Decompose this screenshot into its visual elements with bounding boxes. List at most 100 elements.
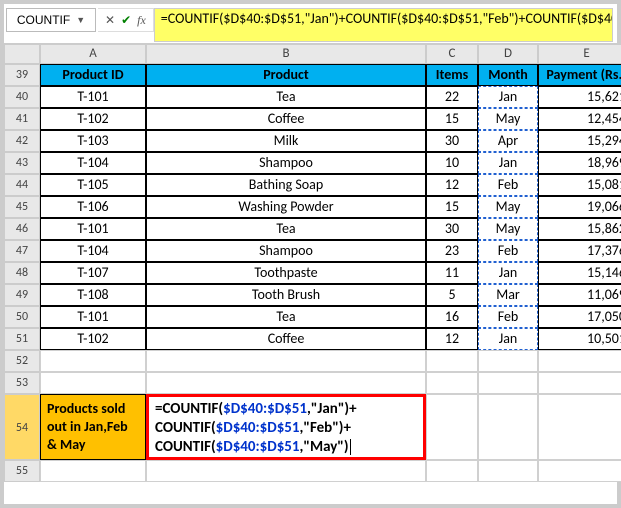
summary-label-cell[interactable]: Products sold out in Jan,Feb & May <box>40 394 146 460</box>
cell[interactable]: 17,376 <box>538 240 621 262</box>
row-header[interactable]: 45 <box>4 196 40 218</box>
row-header[interactable]: 52 <box>4 350 40 372</box>
cell[interactable]: 12,454 <box>538 108 621 130</box>
cell[interactable]: 30 <box>426 130 478 152</box>
cell[interactable]: 11,069 <box>538 284 621 306</box>
cell-month[interactable]: Jan <box>478 262 538 284</box>
empty-cell[interactable] <box>426 372 478 394</box>
cell-month[interactable]: Apr <box>478 130 538 152</box>
cell[interactable]: Shampoo <box>146 152 426 174</box>
cell[interactable]: 19,066 <box>538 196 621 218</box>
cell[interactable]: Milk <box>146 130 426 152</box>
row-header[interactable]: 41 <box>4 108 40 130</box>
cell[interactable]: T-107 <box>40 262 146 284</box>
row-header[interactable]: 50 <box>4 306 40 328</box>
cell[interactable]: T-102 <box>40 108 146 130</box>
cell[interactable]: 15,146 <box>538 262 621 284</box>
row-header[interactable]: 42 <box>4 130 40 152</box>
cell[interactable]: 22 <box>426 86 478 108</box>
cell-month[interactable]: Mar <box>478 284 538 306</box>
cell[interactable]: 12 <box>426 328 478 350</box>
cell-month[interactable]: Feb <box>478 174 538 196</box>
cell-month[interactable]: Feb <box>478 240 538 262</box>
cell[interactable]: T-101 <box>40 218 146 240</box>
cell[interactable]: Coffee <box>146 328 426 350</box>
empty-cell[interactable] <box>40 460 146 482</box>
cell[interactable]: T-104 <box>40 152 146 174</box>
row-header[interactable]: 51 <box>4 328 40 350</box>
cell-month[interactable]: May <box>478 218 538 240</box>
empty-cell[interactable] <box>538 460 621 482</box>
header-product-id[interactable]: Product ID <box>40 64 146 86</box>
cell[interactable]: 15,294 <box>538 130 621 152</box>
spreadsheet-grid[interactable]: A B C D E 39 Product ID Product Items Mo… <box>4 44 617 482</box>
row-header[interactable]: 43 <box>4 152 40 174</box>
name-box-dropdown-icon[interactable]: ▼ <box>76 15 85 25</box>
cell[interactable]: T-102 <box>40 328 146 350</box>
row-header[interactable]: 46 <box>4 218 40 240</box>
select-all-corner[interactable] <box>4 44 40 64</box>
empty-cell[interactable] <box>146 350 426 372</box>
cell[interactable]: 5 <box>426 284 478 306</box>
empty-cell[interactable] <box>538 372 621 394</box>
empty-cell[interactable] <box>538 394 621 460</box>
row-header[interactable]: 49 <box>4 284 40 306</box>
cell[interactable]: 15,862 <box>538 218 621 240</box>
cell[interactable]: 23 <box>426 240 478 262</box>
cell[interactable]: Tea <box>146 218 426 240</box>
cell[interactable]: 17,050 <box>538 306 621 328</box>
summary-formula-cell[interactable]: =COUNTIF($D$40:$D$51,"Jan")+COUNTIF($D$4… <box>146 394 426 460</box>
empty-cell[interactable] <box>426 350 478 372</box>
cell[interactable]: 18,969 <box>538 152 621 174</box>
empty-cell[interactable] <box>426 394 478 460</box>
cell[interactable]: 15,621 <box>538 86 621 108</box>
row-header[interactable]: 39 <box>4 64 40 86</box>
cell[interactable]: 10 <box>426 152 478 174</box>
empty-cell[interactable] <box>478 372 538 394</box>
header-items[interactable]: Items <box>426 64 478 86</box>
cell[interactable]: T-104 <box>40 240 146 262</box>
cell-month[interactable]: Jan <box>478 328 538 350</box>
cell[interactable]: 15 <box>426 108 478 130</box>
fx-icon[interactable]: fx <box>137 13 146 28</box>
empty-cell[interactable] <box>426 460 478 482</box>
row-header[interactable]: 53 <box>4 372 40 394</box>
cell[interactable]: Tea <box>146 306 426 328</box>
cell[interactable]: Coffee <box>146 108 426 130</box>
cancel-icon[interactable]: ✕ <box>105 13 115 27</box>
row-header[interactable]: 54 <box>4 394 40 460</box>
col-header-A[interactable]: A <box>40 44 146 64</box>
cell[interactable]: Shampoo <box>146 240 426 262</box>
empty-cell[interactable] <box>40 372 146 394</box>
empty-cell[interactable] <box>538 350 621 372</box>
cell[interactable]: T-108 <box>40 284 146 306</box>
cell[interactable]: 10,501 <box>538 328 621 350</box>
empty-cell[interactable] <box>40 350 146 372</box>
cell-month[interactable]: Feb <box>478 306 538 328</box>
empty-cell[interactable] <box>478 394 538 460</box>
empty-cell[interactable] <box>478 460 538 482</box>
col-header-B[interactable]: B <box>146 44 426 64</box>
cell[interactable]: Bathing Soap <box>146 174 426 196</box>
cell-month[interactable]: Jan <box>478 86 538 108</box>
cell-month[interactable]: May <box>478 108 538 130</box>
name-box[interactable]: COUNTIF ▼ <box>6 8 96 32</box>
col-header-E[interactable]: E <box>538 44 621 64</box>
cell[interactable]: 30 <box>426 218 478 240</box>
row-header[interactable]: 47 <box>4 240 40 262</box>
row-header[interactable]: 55 <box>4 460 40 482</box>
cell-month[interactable]: Jan <box>478 152 538 174</box>
empty-cell[interactable] <box>146 372 426 394</box>
col-header-D[interactable]: D <box>478 44 538 64</box>
formula-bar-input[interactable]: =COUNTIF($D$40:$D$51,"Jan")+COUNTIF($D$4… <box>154 8 613 42</box>
cell[interactable]: Tooth Brush <box>146 284 426 306</box>
header-payment[interactable]: Payment (Rs.) <box>538 64 621 86</box>
cell[interactable]: Toothpaste <box>146 262 426 284</box>
row-header[interactable]: 44 <box>4 174 40 196</box>
cell[interactable]: T-101 <box>40 306 146 328</box>
col-header-C[interactable]: C <box>426 44 478 64</box>
header-product[interactable]: Product <box>146 64 426 86</box>
header-month[interactable]: Month <box>478 64 538 86</box>
cell-month[interactable]: May <box>478 196 538 218</box>
empty-cell[interactable] <box>478 350 538 372</box>
